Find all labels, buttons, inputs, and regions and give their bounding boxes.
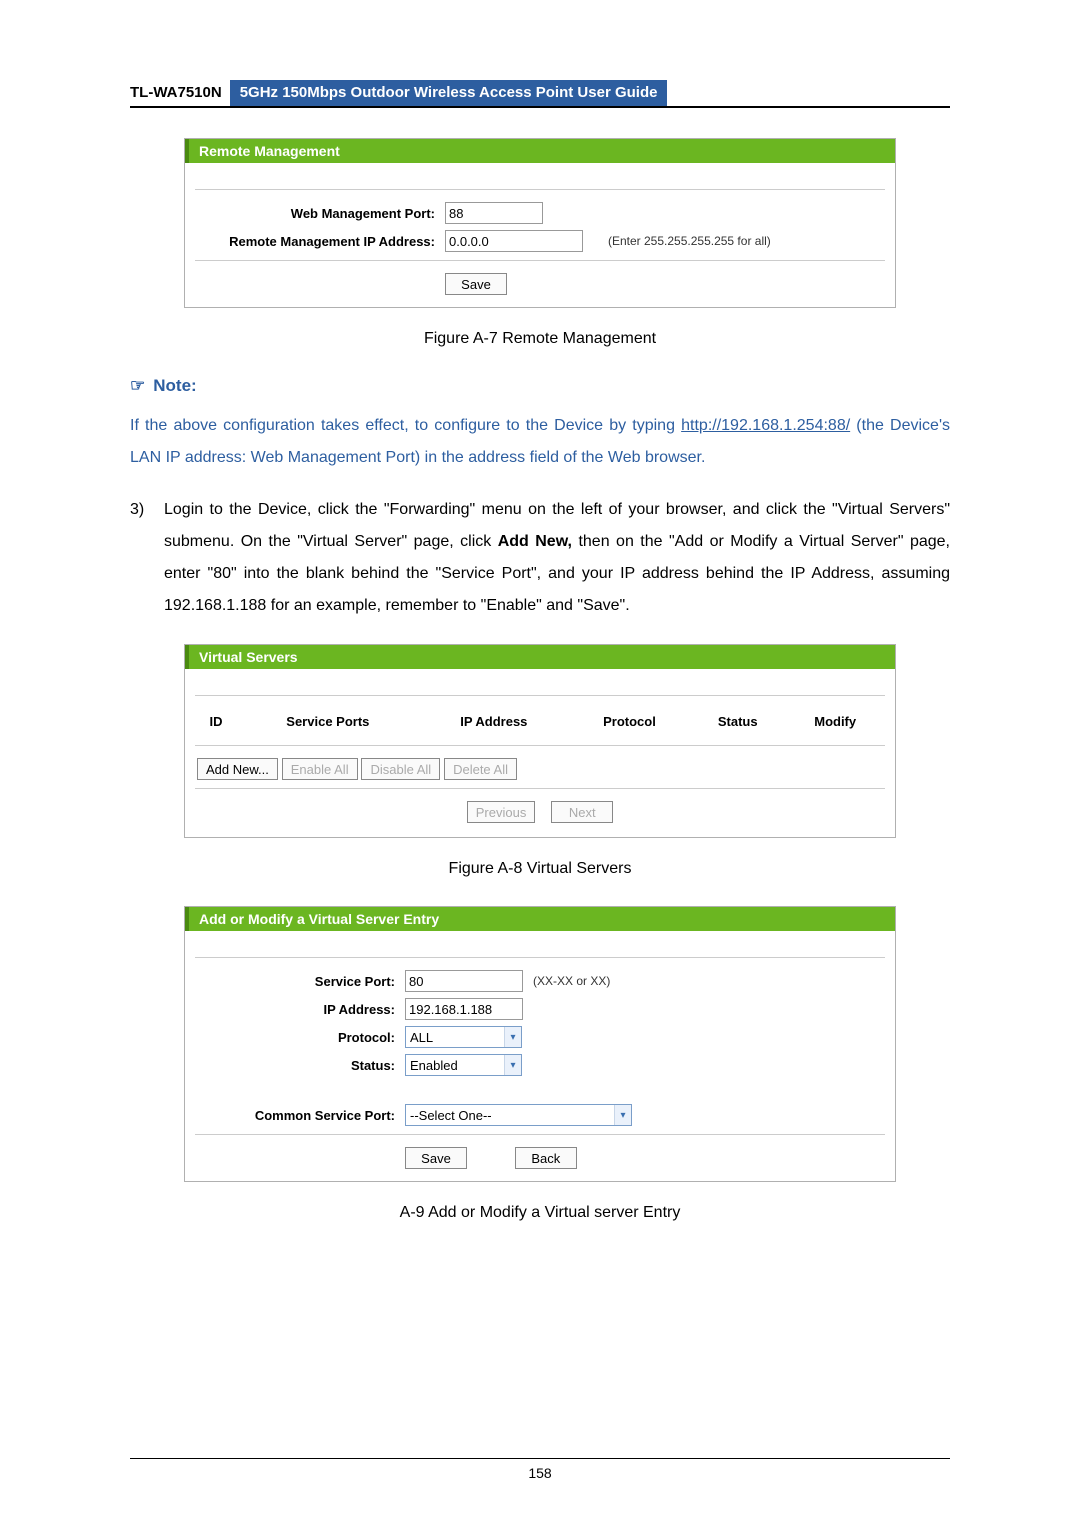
next-button[interactable]: Next (551, 801, 613, 823)
back-button[interactable]: Back (515, 1147, 577, 1169)
save-button[interactable]: Save (405, 1147, 467, 1169)
pointing-hand-icon: ☞ (130, 376, 145, 395)
figure-a7-caption: Figure A-7 Remote Management (130, 330, 950, 348)
chevron-down-icon: ▾ (504, 1027, 521, 1047)
table-header-row: ID Service Ports IP Address Protocol Sta… (195, 708, 885, 735)
common-service-port-value: --Select One-- (406, 1108, 614, 1123)
note-label: Note: (153, 376, 196, 395)
note-url-link[interactable]: http://192.168.1.254:88/ (681, 417, 850, 434)
add-new-button[interactable]: Add New... (197, 758, 278, 780)
protocol-value: ALL (406, 1030, 504, 1045)
step-number: 3) (130, 494, 164, 622)
virtual-servers-table: ID Service Ports IP Address Protocol Sta… (195, 708, 885, 735)
page-footer: 158 (0, 1458, 1080, 1481)
service-port-hint: (XX-XX or XX) (533, 974, 610, 988)
common-service-port-select[interactable]: --Select One-- ▾ (405, 1104, 632, 1126)
header-underline (130, 106, 950, 108)
virtual-servers-panel: Virtual Servers ID Service Ports IP Addr… (184, 644, 896, 838)
divider (195, 745, 885, 746)
status-value: Enabled (406, 1058, 504, 1073)
remote-management-panel: Remote Management Web Management Port: R… (184, 138, 896, 308)
col-status: Status (690, 708, 785, 735)
col-modify: Modify (785, 708, 885, 735)
remote-mgmt-ip-label: Remote Management IP Address: (195, 234, 445, 249)
ip-address-input[interactable] (405, 998, 523, 1020)
col-id: ID (195, 708, 237, 735)
divider (195, 1134, 885, 1135)
service-port-input[interactable] (405, 970, 523, 992)
divider (195, 189, 885, 190)
remote-mgmt-ip-input[interactable] (445, 230, 583, 252)
web-mgmt-port-input[interactable] (445, 202, 543, 224)
enable-all-button[interactable]: Enable All (282, 758, 358, 780)
col-service-ports: Service Ports (237, 708, 419, 735)
page-number: 158 (0, 1465, 1080, 1481)
status-label: Status: (195, 1058, 405, 1073)
chevron-down-icon: ▾ (614, 1105, 631, 1125)
doc-title: 5GHz 150Mbps Outdoor Wireless Access Poi… (230, 80, 668, 106)
doc-header: TL-WA7510N 5GHz 150Mbps Outdoor Wireless… (130, 80, 950, 106)
service-port-label: Service Port: (195, 974, 405, 989)
web-mgmt-port-label: Web Management Port: (195, 206, 445, 221)
col-ip-address: IP Address (419, 708, 569, 735)
col-protocol: Protocol (569, 708, 690, 735)
step-3: 3) Login to the Device, click the "Forwa… (130, 494, 950, 622)
remote-management-title: Remote Management (185, 139, 895, 163)
protocol-select[interactable]: ALL ▾ (405, 1026, 522, 1048)
note-text-a: If the above configuration takes effect,… (130, 417, 681, 434)
status-select[interactable]: Enabled ▾ (405, 1054, 522, 1076)
step3-bold: Add New, (498, 533, 572, 550)
add-modify-title: Add or Modify a Virtual Server Entry (185, 907, 895, 931)
add-modify-virtual-server-panel: Add or Modify a Virtual Server Entry Ser… (184, 906, 896, 1182)
divider (195, 260, 885, 261)
figure-a9-caption: A-9 Add or Modify a Virtual server Entry (130, 1204, 950, 1222)
chevron-down-icon: ▾ (504, 1055, 521, 1075)
note-body: If the above configuration takes effect,… (130, 410, 950, 474)
disable-all-button[interactable]: Disable All (361, 758, 440, 780)
divider (195, 695, 885, 696)
ip-address-label: IP Address: (195, 1002, 405, 1017)
protocol-label: Protocol: (195, 1030, 405, 1045)
delete-all-button[interactable]: Delete All (444, 758, 517, 780)
divider (195, 957, 885, 958)
note-heading: ☞ Note: (130, 376, 950, 396)
common-service-port-label: Common Service Port: (195, 1108, 405, 1123)
previous-button[interactable]: Previous (467, 801, 536, 823)
remote-mgmt-ip-hint: (Enter 255.255.255.255 for all) (608, 234, 771, 248)
virtual-servers-title: Virtual Servers (185, 645, 895, 669)
save-button[interactable]: Save (445, 273, 507, 295)
figure-a8-caption: Figure A-8 Virtual Servers (130, 860, 950, 878)
divider (195, 788, 885, 789)
model-name: TL-WA7510N (130, 80, 230, 106)
